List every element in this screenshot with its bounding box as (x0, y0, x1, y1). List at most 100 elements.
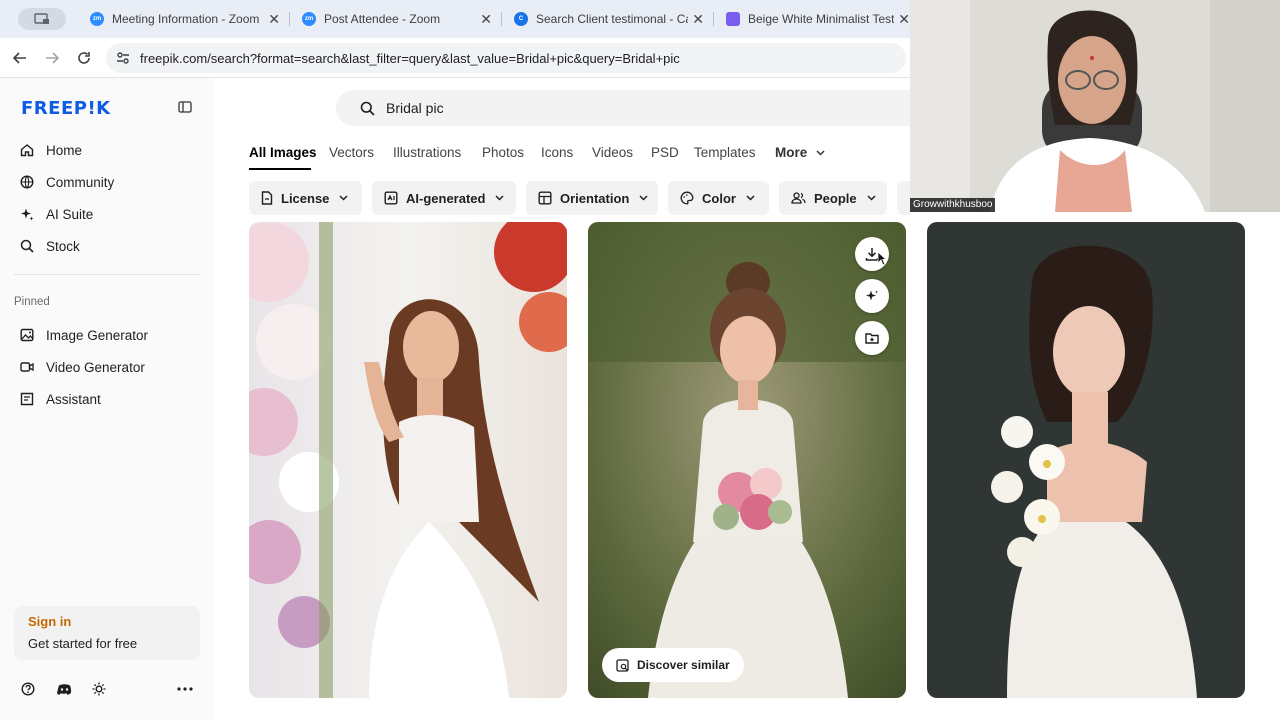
sparkle-icon (21, 208, 34, 221)
sidebar-item-label: Assistant (46, 391, 101, 407)
palette-icon (680, 191, 694, 205)
sidebar-collapse-icon[interactable] (178, 101, 192, 113)
sidebar-item-video-generator[interactable]: Video Generator (20, 355, 145, 379)
browser-tab-1[interactable]: zm Meeting Information - Zoom ✕ (80, 0, 290, 38)
sidebar-item-stock[interactable]: Stock (20, 234, 80, 258)
video-icon (20, 362, 34, 372)
chevron-down-icon (339, 195, 348, 201)
result-card[interactable] (249, 222, 567, 698)
reload-button[interactable] (74, 48, 94, 68)
browser-tab-2[interactable]: zm Post Attendee - Zoom ✕ (292, 0, 502, 38)
browser-tab-3[interactable]: C Search Client testimonal - Ca ✕ (504, 0, 714, 38)
tab-search-icon (34, 13, 49, 24)
freepik-logo[interactable]: FREEP!K (21, 98, 111, 119)
tab-videos[interactable]: Videos (592, 145, 633, 160)
sidebar-item-home[interactable]: Home (20, 138, 82, 162)
sidebar-item-ai-suite[interactable]: AI Suite (20, 202, 93, 226)
signin-link[interactable]: Sign in (28, 614, 71, 629)
sidebar-item-assistant[interactable]: Assistant (20, 387, 101, 411)
theme-sun-icon[interactable] (92, 682, 106, 696)
canva-favicon-icon: C (514, 12, 528, 26)
sidebar-item-community[interactable]: Community (20, 170, 114, 194)
video-call-overlay: Growwithkhusboo (910, 0, 1280, 212)
filter-label: AI-generated (406, 190, 486, 206)
tab-more-label: More (775, 145, 808, 160)
tab-title: Search Client testimonal - Ca (536, 12, 693, 26)
active-tab-underline (249, 168, 311, 170)
tab-close-icon[interactable]: ✕ (894, 10, 910, 28)
sidebar-item-label: Home (46, 142, 83, 158)
pinned-heading: Pinned (14, 296, 50, 308)
filter-label: Orientation (560, 190, 630, 206)
reload-icon (78, 52, 90, 64)
result-card-hovered[interactable]: Discover similar (588, 222, 906, 698)
chevron-down-icon (816, 150, 825, 156)
save-to-collection-button[interactable] (855, 321, 889, 355)
ai-edit-button[interactable] (855, 279, 889, 313)
back-button[interactable] (10, 48, 30, 68)
arrow-right-icon (46, 52, 59, 64)
assistant-icon (20, 392, 34, 406)
ai-image-icon (384, 191, 398, 205)
tab-title: Meeting Information - Zoom (112, 12, 260, 26)
filter-label: Color (702, 190, 736, 206)
help-icon[interactable] (21, 682, 35, 696)
sidebar-item-label: Community (46, 174, 115, 190)
filter-orientation[interactable]: Orientation (526, 181, 658, 215)
discover-similar-label: Discover similar (637, 658, 730, 672)
tab-close-icon[interactable]: ✕ (268, 11, 280, 28)
arrow-left-icon (13, 52, 26, 64)
chevron-down-icon (639, 195, 648, 201)
filter-label: People (814, 190, 857, 206)
more-options-icon[interactable] (177, 687, 193, 691)
tab-icons[interactable]: Icons (541, 145, 573, 160)
sidebar-item-label: Image Generator (46, 327, 149, 343)
shield-favicon-icon (726, 12, 740, 26)
chevron-down-icon (746, 195, 755, 201)
filter-overflow[interactable] (897, 181, 910, 215)
zoom-favicon-icon: zm (302, 12, 316, 26)
sidebar-item-label: Stock (46, 238, 80, 254)
sparkle-icon (866, 290, 878, 301)
document-icon (261, 191, 273, 205)
tab-templates[interactable]: Templates (694, 145, 756, 160)
sidebar: FREEP!K Home Community AI Suite Stock Pi… (0, 78, 214, 720)
browser-tab-4[interactable]: Beige White Minimalist Testin ✕ (716, 0, 910, 38)
tab-close-icon[interactable]: ✕ (688, 10, 704, 28)
layout-icon (538, 191, 552, 205)
forward-button[interactable] (42, 48, 62, 68)
folder-add-icon (865, 333, 879, 344)
bride-photo (927, 222, 1245, 698)
search-bar[interactable]: Bridal pic (336, 90, 910, 126)
tab-more[interactable]: More (775, 145, 825, 160)
filter-color[interactable]: Color (668, 181, 769, 215)
tab-close-icon[interactable]: ✕ (480, 11, 492, 28)
url-field[interactable]: freepik.com/search?format=search&last_fi… (106, 43, 906, 73)
discover-icon (616, 658, 629, 672)
filter-license[interactable]: License (249, 181, 362, 215)
address-bar: freepik.com/search?format=search&last_fi… (0, 38, 910, 78)
site-settings-icon[interactable] (116, 51, 130, 65)
search-icon (20, 239, 34, 253)
tab-all-images[interactable]: All Images (249, 145, 317, 160)
participant-name-label: Growwithkhusboo (910, 198, 996, 212)
search-input[interactable]: Bridal pic (386, 100, 444, 116)
tab-photos[interactable]: Photos (482, 145, 524, 160)
tab-title: Post Attendee - Zoom (324, 12, 441, 26)
sidebar-item-image-generator[interactable]: Image Generator (20, 323, 148, 347)
tab-illustrations[interactable]: Illustrations (393, 145, 461, 160)
tab-search-button[interactable] (18, 8, 66, 30)
tab-psd[interactable]: PSD (651, 145, 679, 160)
signin-subtitle: Get started for free (28, 636, 138, 651)
filter-people[interactable]: People (779, 181, 887, 215)
result-card[interactable] (927, 222, 1245, 698)
tab-vectors[interactable]: Vectors (329, 145, 374, 160)
discord-icon[interactable] (57, 682, 72, 696)
search-icon (360, 101, 375, 116)
browser-tab-bar: zm Meeting Information - Zoom ✕ zm Post … (0, 0, 910, 38)
chevron-down-icon (495, 195, 504, 201)
discover-similar-button[interactable]: Discover similar (602, 648, 744, 682)
sidebar-item-label: AI Suite (46, 206, 94, 222)
filter-ai-generated[interactable]: AI-generated (372, 181, 516, 215)
signin-card[interactable]: Sign in Get started for free (14, 606, 200, 660)
